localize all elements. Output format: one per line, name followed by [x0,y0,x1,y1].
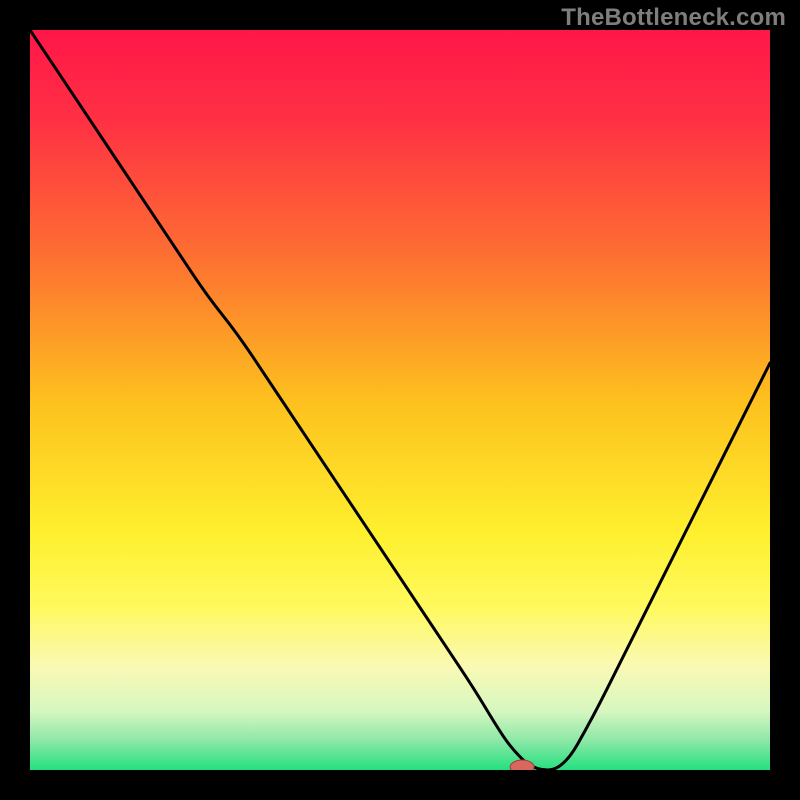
watermark-text: TheBottleneck.com [561,4,786,32]
plot-area [30,30,770,770]
plot-svg [30,30,770,770]
chart-frame: TheBottleneck.com [0,0,800,800]
optimal-marker [510,760,534,770]
gradient-background [30,30,770,770]
